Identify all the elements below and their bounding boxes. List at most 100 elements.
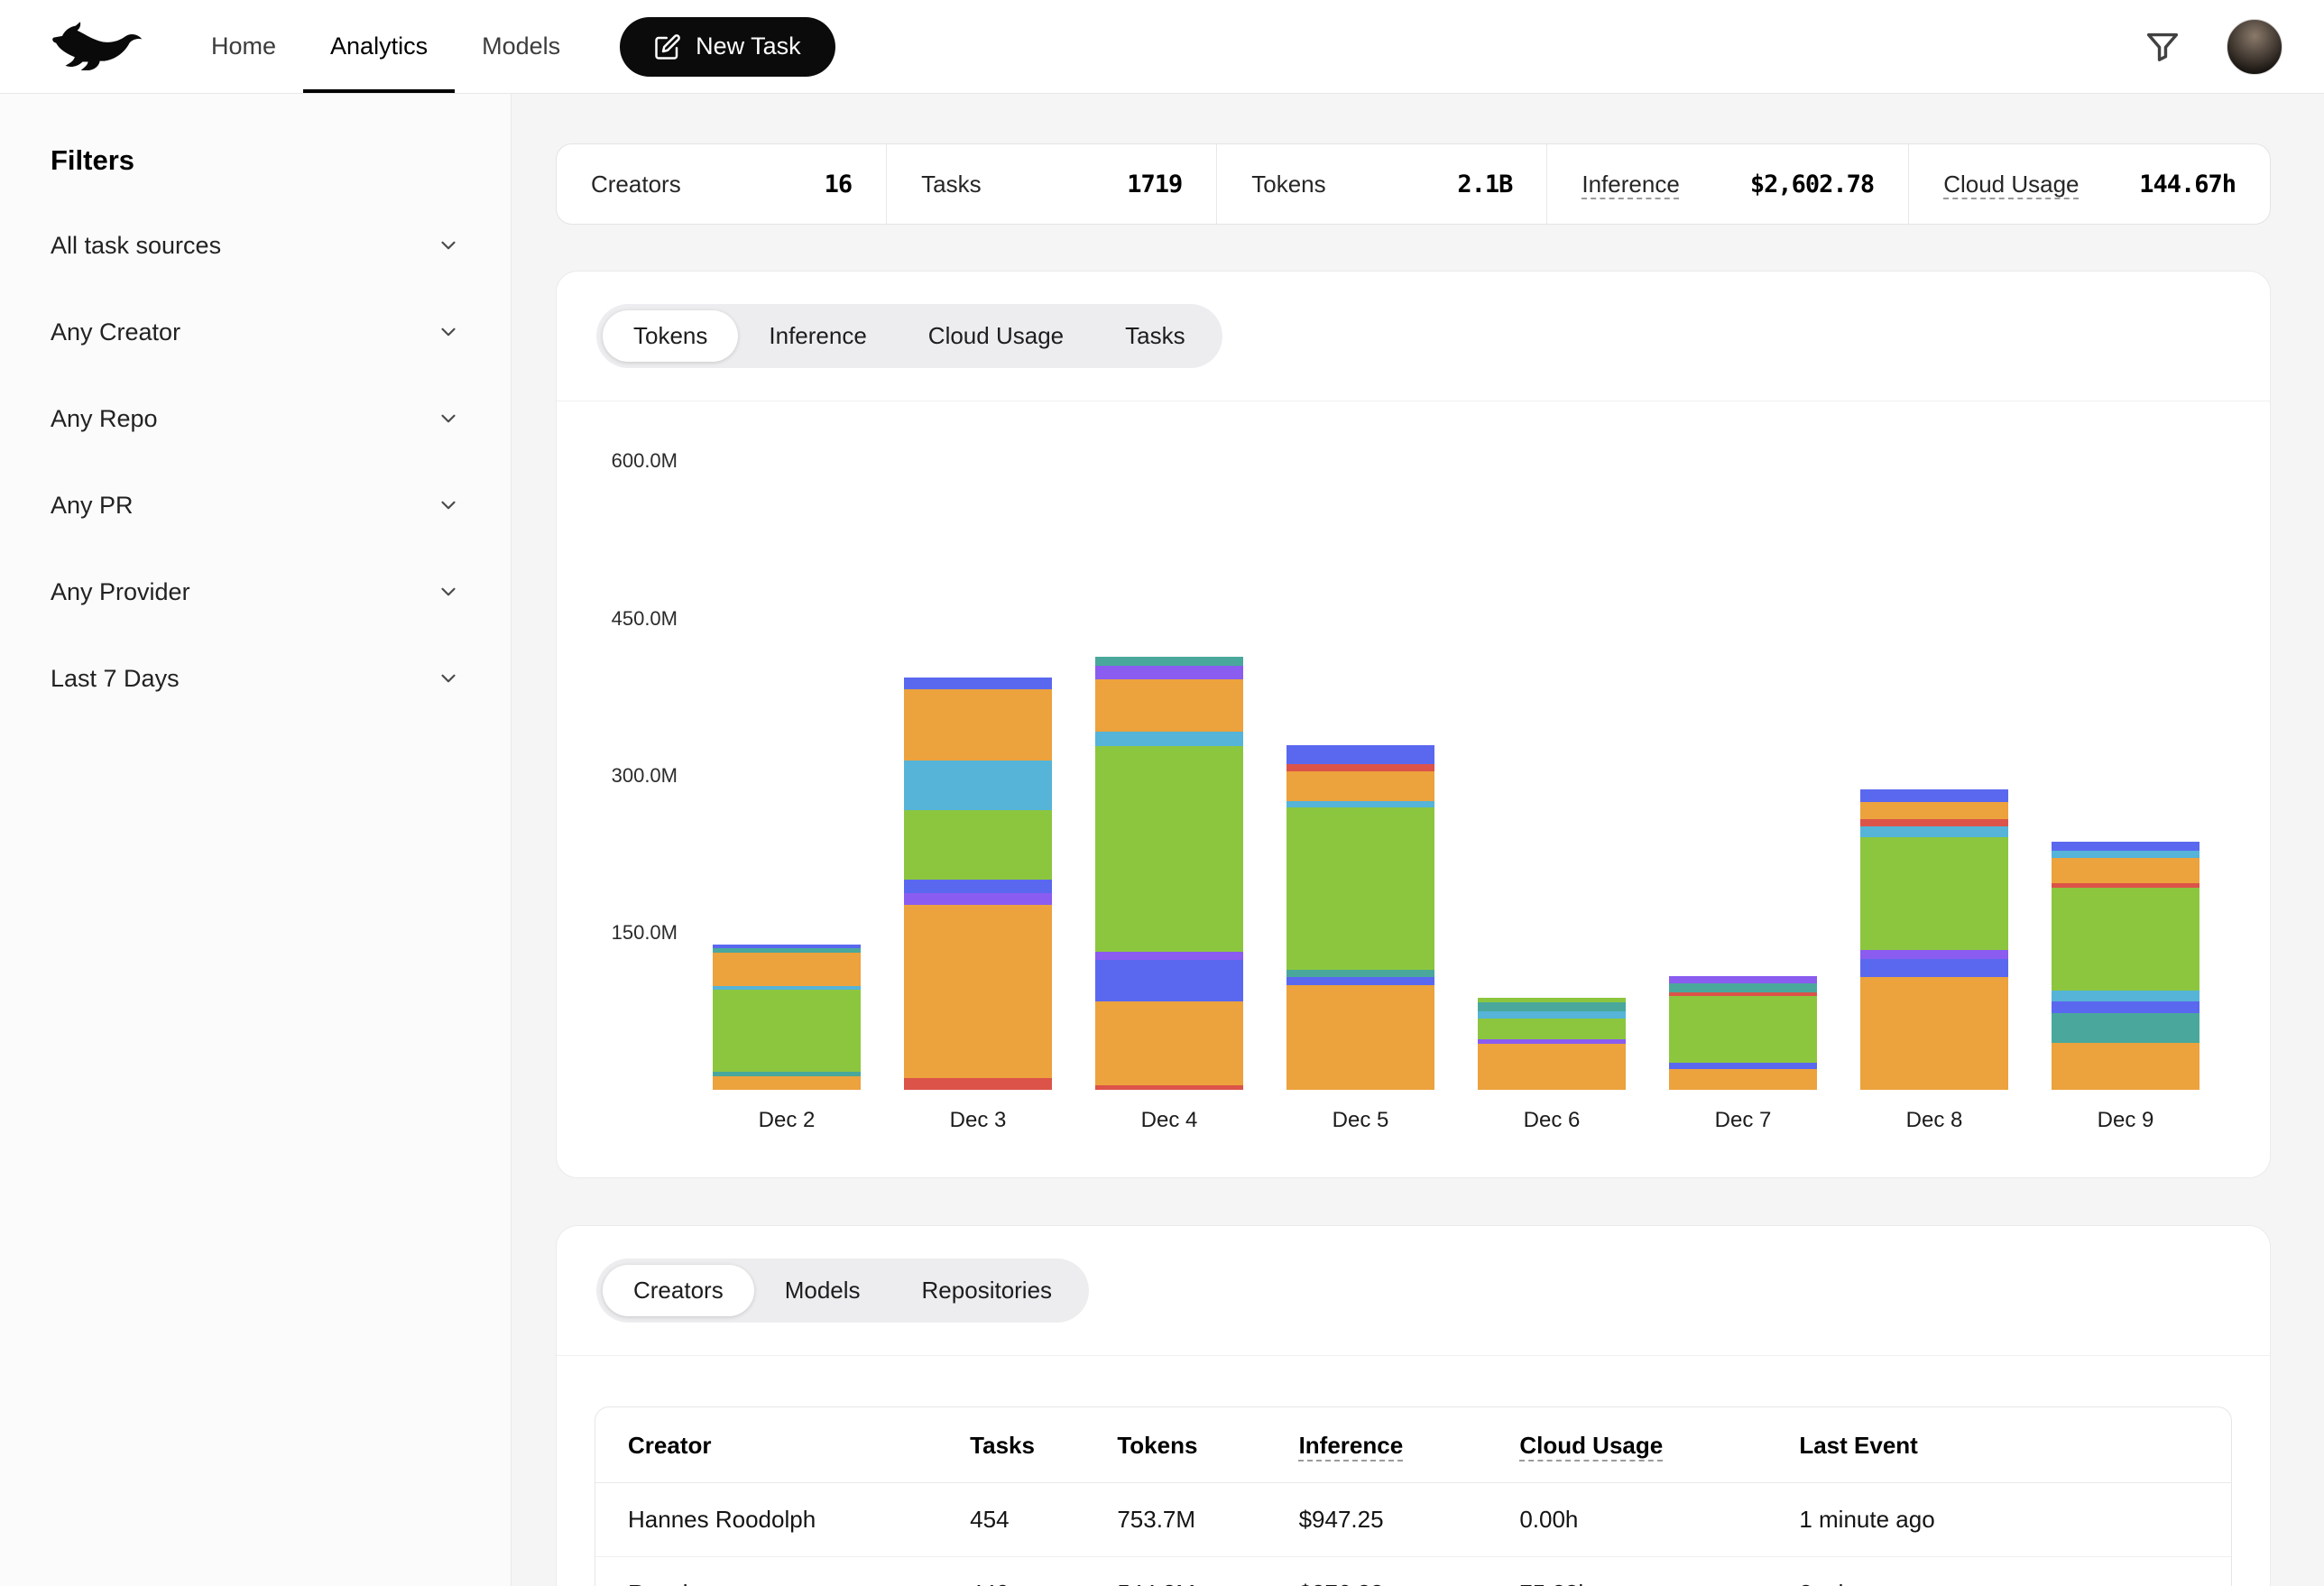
bar-stack <box>1095 657 1243 1090</box>
funnel-icon[interactable] <box>2135 19 2190 75</box>
bar-segment-purple <box>1669 976 1817 983</box>
bar-stack <box>1286 745 1434 1090</box>
bar-segment-indigo <box>1860 789 2008 802</box>
chart-tab-cloud-usage[interactable]: Cloud Usage <box>898 310 1094 362</box>
y-axis-tick: 450.0M <box>557 607 678 631</box>
table-cell: $376.28 <box>1299 1557 1520 1586</box>
col-header-tokens[interactable]: Tokens <box>1117 1407 1298 1483</box>
col-header-tasks[interactable]: Tasks <box>970 1407 1117 1483</box>
bar-segment-teal <box>1478 1002 1626 1011</box>
filter-any-repo[interactable]: Any Repo <box>51 375 460 462</box>
filter-last-7-days[interactable]: Last 7 Days <box>51 635 460 722</box>
y-axis-tick: 600.0M <box>557 449 678 473</box>
filter-label: Any Provider <box>51 578 190 606</box>
table-tab-creators[interactable]: Creators <box>603 1265 754 1316</box>
chart-tab-tokens[interactable]: Tokens <box>603 310 738 362</box>
stat-creators[interactable]: Creators16 <box>557 144 886 224</box>
chevron-down-icon <box>437 320 460 344</box>
bar-segment-indigo <box>2052 1001 2200 1013</box>
stat-value: 1719 <box>1127 171 1182 198</box>
table-row[interactable]: Hannes Roodolph454753.7M$947.250.00h1 mi… <box>595 1483 2231 1557</box>
x-axis-label: Dec 8 <box>1906 1108 1963 1135</box>
chevron-down-icon <box>437 234 460 257</box>
bar-dec-2[interactable]: Dec 2 <box>713 945 861 1135</box>
stat-tokens[interactable]: Tokens2.1B <box>1216 144 1546 224</box>
y-axis-tick: 300.0M <box>557 764 678 788</box>
creator-name-cell: Rooviewer <box>595 1557 970 1586</box>
nav-spacer <box>835 0 2135 93</box>
bar-dec-6[interactable]: Dec 6 <box>1478 998 1626 1135</box>
bar-segment-teal <box>1669 983 1817 992</box>
bar-segment-indigo <box>904 880 1052 893</box>
top-nav: HomeAnalyticsModels New Task <box>0 0 2324 94</box>
table-card-header: CreatorsModelsRepositories <box>557 1226 2270 1356</box>
user-avatar[interactable] <box>2227 19 2282 75</box>
bar-stack <box>1669 976 1817 1090</box>
bar-segment-orange <box>1095 679 1243 732</box>
bar-segment-orange <box>2052 858 2200 883</box>
stat-label: Creators <box>591 171 681 198</box>
bar-dec-8[interactable]: Dec 8 <box>1860 789 2008 1135</box>
stat-inference[interactable]: Inference$2,602.78 <box>1546 144 1908 224</box>
table-tab-repositories[interactable]: Repositories <box>891 1265 1084 1316</box>
col-header-label: Tokens <box>1117 1432 1197 1459</box>
nav-link-models[interactable]: Models <box>455 0 587 93</box>
bar-segment-green <box>1286 807 1434 970</box>
col-header-inference[interactable]: Inference <box>1299 1407 1520 1483</box>
table-row[interactable]: Rooviewer440544.3M$376.2875.23h3 minutes… <box>595 1557 2231 1586</box>
col-header-label: Tasks <box>970 1432 1035 1459</box>
x-axis-label: Dec 5 <box>1333 1108 1389 1135</box>
bar-segment-indigo <box>1095 960 1243 1001</box>
new-task-button[interactable]: New Task <box>620 17 835 77</box>
nav-link-home[interactable]: Home <box>184 0 303 93</box>
bar-segment-red <box>1860 819 2008 826</box>
bar-segment-green <box>713 990 861 1072</box>
col-header-last-event[interactable]: Last Event <box>1799 1407 2231 1483</box>
bar-dec-9[interactable]: Dec 9 <box>2052 842 2200 1135</box>
kangaroo-logo[interactable] <box>51 0 144 93</box>
main-content: Creators16Tasks1719Tokens2.1BInference$2… <box>512 94 2324 1586</box>
bar-stack <box>713 945 861 1090</box>
chart-tab-inference[interactable]: Inference <box>738 310 897 362</box>
bar-segment-sky <box>1478 1011 1626 1019</box>
bar-segment-teal <box>1095 657 1243 666</box>
col-header-label: Cloud Usage <box>1519 1432 1663 1459</box>
bar-segment-red <box>1095 1085 1243 1090</box>
bar-segment-orange <box>1095 1001 1243 1085</box>
table-body: Hannes Roodolph454753.7M$947.250.00h1 mi… <box>595 1483 2231 1586</box>
bar-stack <box>2052 842 2200 1090</box>
chevron-down-icon <box>437 667 460 690</box>
stat-tasks[interactable]: Tasks1719 <box>886 144 1216 224</box>
chart-region: Dec 2 Dec 3 Dec 4 Dec 5 Dec 6 Dec 7 Dec 8 Dec 9… <box>557 401 2270 1177</box>
bar-segment-orange <box>1669 1069 1817 1090</box>
creator-name-cell: Hannes Roodolph <box>595 1483 970 1557</box>
stat-value: 2.1B <box>1457 171 1512 198</box>
filter-all-task-sources[interactable]: All task sources <box>51 202 460 289</box>
nav-link-analytics[interactable]: Analytics <box>303 0 455 93</box>
table-tab-models[interactable]: Models <box>754 1265 891 1316</box>
table-cell: 440 <box>970 1557 1117 1586</box>
filter-any-creator[interactable]: Any Creator <box>51 289 460 375</box>
bar-segment-sky <box>2052 851 2200 858</box>
col-header-cloud-usage[interactable]: Cloud Usage <box>1519 1407 1799 1483</box>
bar-dec-3[interactable]: Dec 3 <box>904 678 1052 1135</box>
bar-dec-7[interactable]: Dec 7 <box>1669 976 1817 1135</box>
table-header-row: Creator Tasks Tokens InferenceCloud Usage La… <box>595 1407 2231 1483</box>
x-axis-label: Dec 9 <box>2098 1108 2154 1135</box>
filter-any-pr[interactable]: Any PR <box>51 462 460 549</box>
col-header-creator[interactable]: Creator <box>595 1407 970 1483</box>
sidebar: Filters All task sourcesAny CreatorAny R… <box>0 94 512 1586</box>
stat-cloud-usage[interactable]: Cloud Usage144.67h <box>1908 144 2270 224</box>
filter-list: All task sourcesAny CreatorAny RepoAny P… <box>51 202 460 722</box>
bar-segment-indigo <box>1286 977 1434 985</box>
bar-segment-orange <box>713 1076 861 1090</box>
filter-any-provider[interactable]: Any Provider <box>51 549 460 635</box>
bar-segment-sky <box>1286 801 1434 807</box>
x-axis-label: Dec 3 <box>950 1108 1007 1135</box>
chart-tab-tasks[interactable]: Tasks <box>1094 310 1215 362</box>
bar-dec-4[interactable]: Dec 4 <box>1095 657 1243 1135</box>
table-cell: 454 <box>970 1483 1117 1557</box>
table-card: CreatorsModelsRepositories Creator Tasks T… <box>556 1225 2271 1586</box>
bar-dec-5[interactable]: Dec 5 <box>1286 745 1434 1135</box>
col-header-label: Creator <box>628 1432 711 1459</box>
